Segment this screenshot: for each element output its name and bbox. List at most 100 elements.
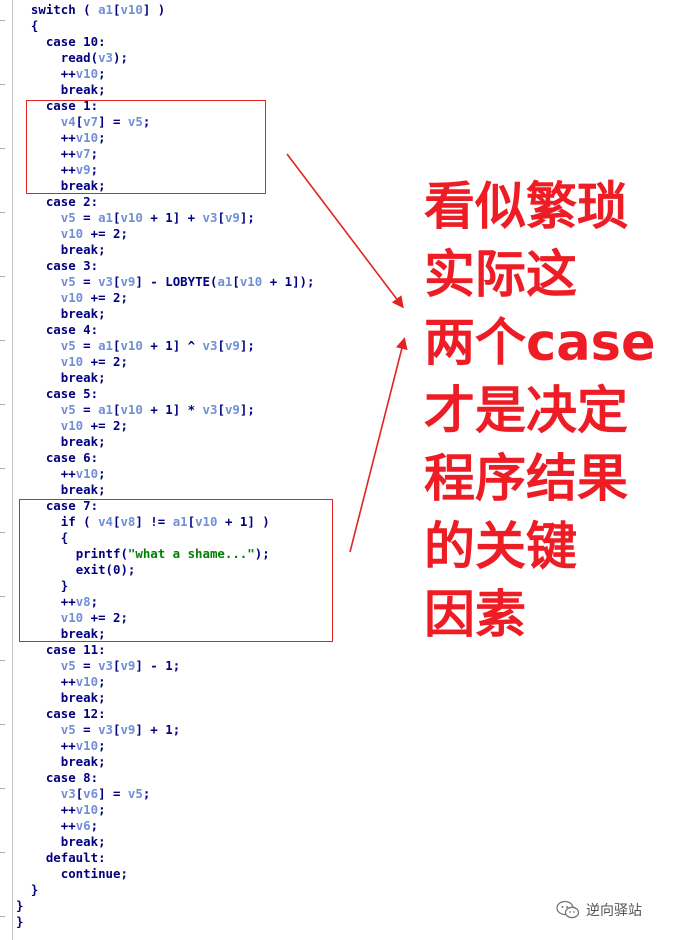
code-line[interactable]: v3[v6] = v5; <box>16 786 314 802</box>
code-token: v3 <box>60 786 76 801</box>
code-line[interactable]: break; <box>16 82 314 98</box>
code-line[interactable]: continue; <box>16 866 314 882</box>
code-line[interactable]: { <box>16 18 314 34</box>
code-token: ; <box>98 66 106 81</box>
code-token: ; <box>98 834 106 849</box>
code-line[interactable]: ++v10; <box>16 674 314 690</box>
code-line[interactable]: v10 += 2; <box>16 354 314 370</box>
code-line[interactable]: } <box>16 914 314 930</box>
code-line[interactable]: case 6: <box>16 450 314 466</box>
code-line[interactable]: v5 = v3[v9] + 1; <box>16 722 314 738</box>
code-line[interactable]: v5 = a1[v10 + 1] + v3[v9]; <box>16 210 314 226</box>
code-token: v10 <box>120 338 143 353</box>
code-token: ; <box>98 242 106 257</box>
code-line[interactable]: case 8: <box>16 770 314 786</box>
code-line[interactable]: ++v10; <box>16 802 314 818</box>
arrow-from-case-7 <box>349 337 408 553</box>
code-token: case <box>45 34 76 49</box>
code-line[interactable]: v5 = v3[v9] - 1; <box>16 658 314 674</box>
code-line[interactable]: case 5: <box>16 386 314 402</box>
code-token: ( <box>75 2 99 17</box>
code-line[interactable]: ++v6; <box>16 818 314 834</box>
gutter-tick <box>0 660 5 661</box>
code-line[interactable]: ++v10; <box>16 466 314 482</box>
code-line[interactable]: case 11: <box>16 642 314 658</box>
code-token: case <box>45 322 76 337</box>
code-line[interactable]: switch ( a1[v10] ) <box>16 2 314 18</box>
code-line[interactable]: ++v10; <box>16 66 314 82</box>
gutter-tick <box>0 852 5 853</box>
code-token: ++ <box>16 66 76 81</box>
code-token: ] - 1; <box>135 658 181 673</box>
code-line[interactable]: v10 += 2; <box>16 290 314 306</box>
code-line[interactable]: break; <box>16 690 314 706</box>
code-line[interactable]: v5 = v3[v9] - LOBYTE(a1[v10 + 1]); <box>16 274 315 290</box>
code-line[interactable]: v10 += 2; <box>16 418 314 434</box>
code-token: read( <box>60 50 99 65</box>
code-token: v5 <box>60 338 76 353</box>
code-line[interactable]: case 10: <box>16 34 314 50</box>
code-token: v10 <box>120 402 143 417</box>
code-token: ]; <box>239 402 255 417</box>
code-line[interactable]: v5 = a1[v10 + 1] * v3[v9]; <box>16 402 314 418</box>
code-line[interactable]: break; <box>16 834 314 850</box>
code-line[interactable]: case 4: <box>16 322 314 338</box>
code-token: v10 <box>75 674 99 689</box>
code-token: break <box>60 242 99 257</box>
code-line[interactable]: } <box>16 898 314 914</box>
code-line[interactable]: case 2: <box>16 194 314 210</box>
code-line[interactable]: ++v10; <box>16 738 314 754</box>
code-token: 10: <box>75 34 106 49</box>
code-line[interactable]: v10 += 2; <box>16 226 314 242</box>
code-line[interactable]: break; <box>16 370 314 386</box>
code-line[interactable]: default: <box>16 850 314 866</box>
code-line[interactable]: break; <box>16 242 314 258</box>
code-token: ; <box>98 482 106 497</box>
code-token: ++ <box>16 466 76 481</box>
code-line[interactable]: case 12: <box>16 706 314 722</box>
code-line[interactable]: v5 = a1[v10 + 1] ^ v3[v9]; <box>16 338 314 354</box>
annotation-line: 两个case <box>424 314 656 373</box>
code-token: 11: <box>75 642 106 657</box>
code-token: ; <box>142 786 151 801</box>
code-line[interactable]: break; <box>16 482 314 498</box>
code-line[interactable]: break; <box>16 754 314 770</box>
gutter-tick <box>0 212 5 213</box>
code-line[interactable]: case 3: <box>16 258 314 274</box>
code-token: v10 <box>120 2 143 17</box>
code-token: 3: <box>75 258 99 273</box>
annotation-line: 的关键 <box>424 518 578 577</box>
code-token: case <box>45 642 76 657</box>
code-token: v6 <box>83 786 99 801</box>
code-token: = <box>75 722 99 737</box>
code-token: case <box>45 258 76 273</box>
code-token: a1 <box>98 210 113 225</box>
code-token: continue <box>60 866 121 881</box>
code-line[interactable]: break; <box>16 434 314 450</box>
code-token: break <box>60 754 99 769</box>
code-token: v10 <box>60 418 84 433</box>
code-token: += 2; <box>83 226 128 241</box>
code-token: case <box>45 386 76 401</box>
code-token: [ <box>232 274 240 289</box>
code-line[interactable]: break; <box>16 306 314 322</box>
highlight-box-case-1 <box>26 100 266 194</box>
code-line[interactable]: } <box>16 882 314 898</box>
annotation-line: 才是决定 <box>424 382 629 441</box>
code-token: v3 <box>98 722 113 737</box>
code-line[interactable]: read(v3); <box>16 50 314 66</box>
